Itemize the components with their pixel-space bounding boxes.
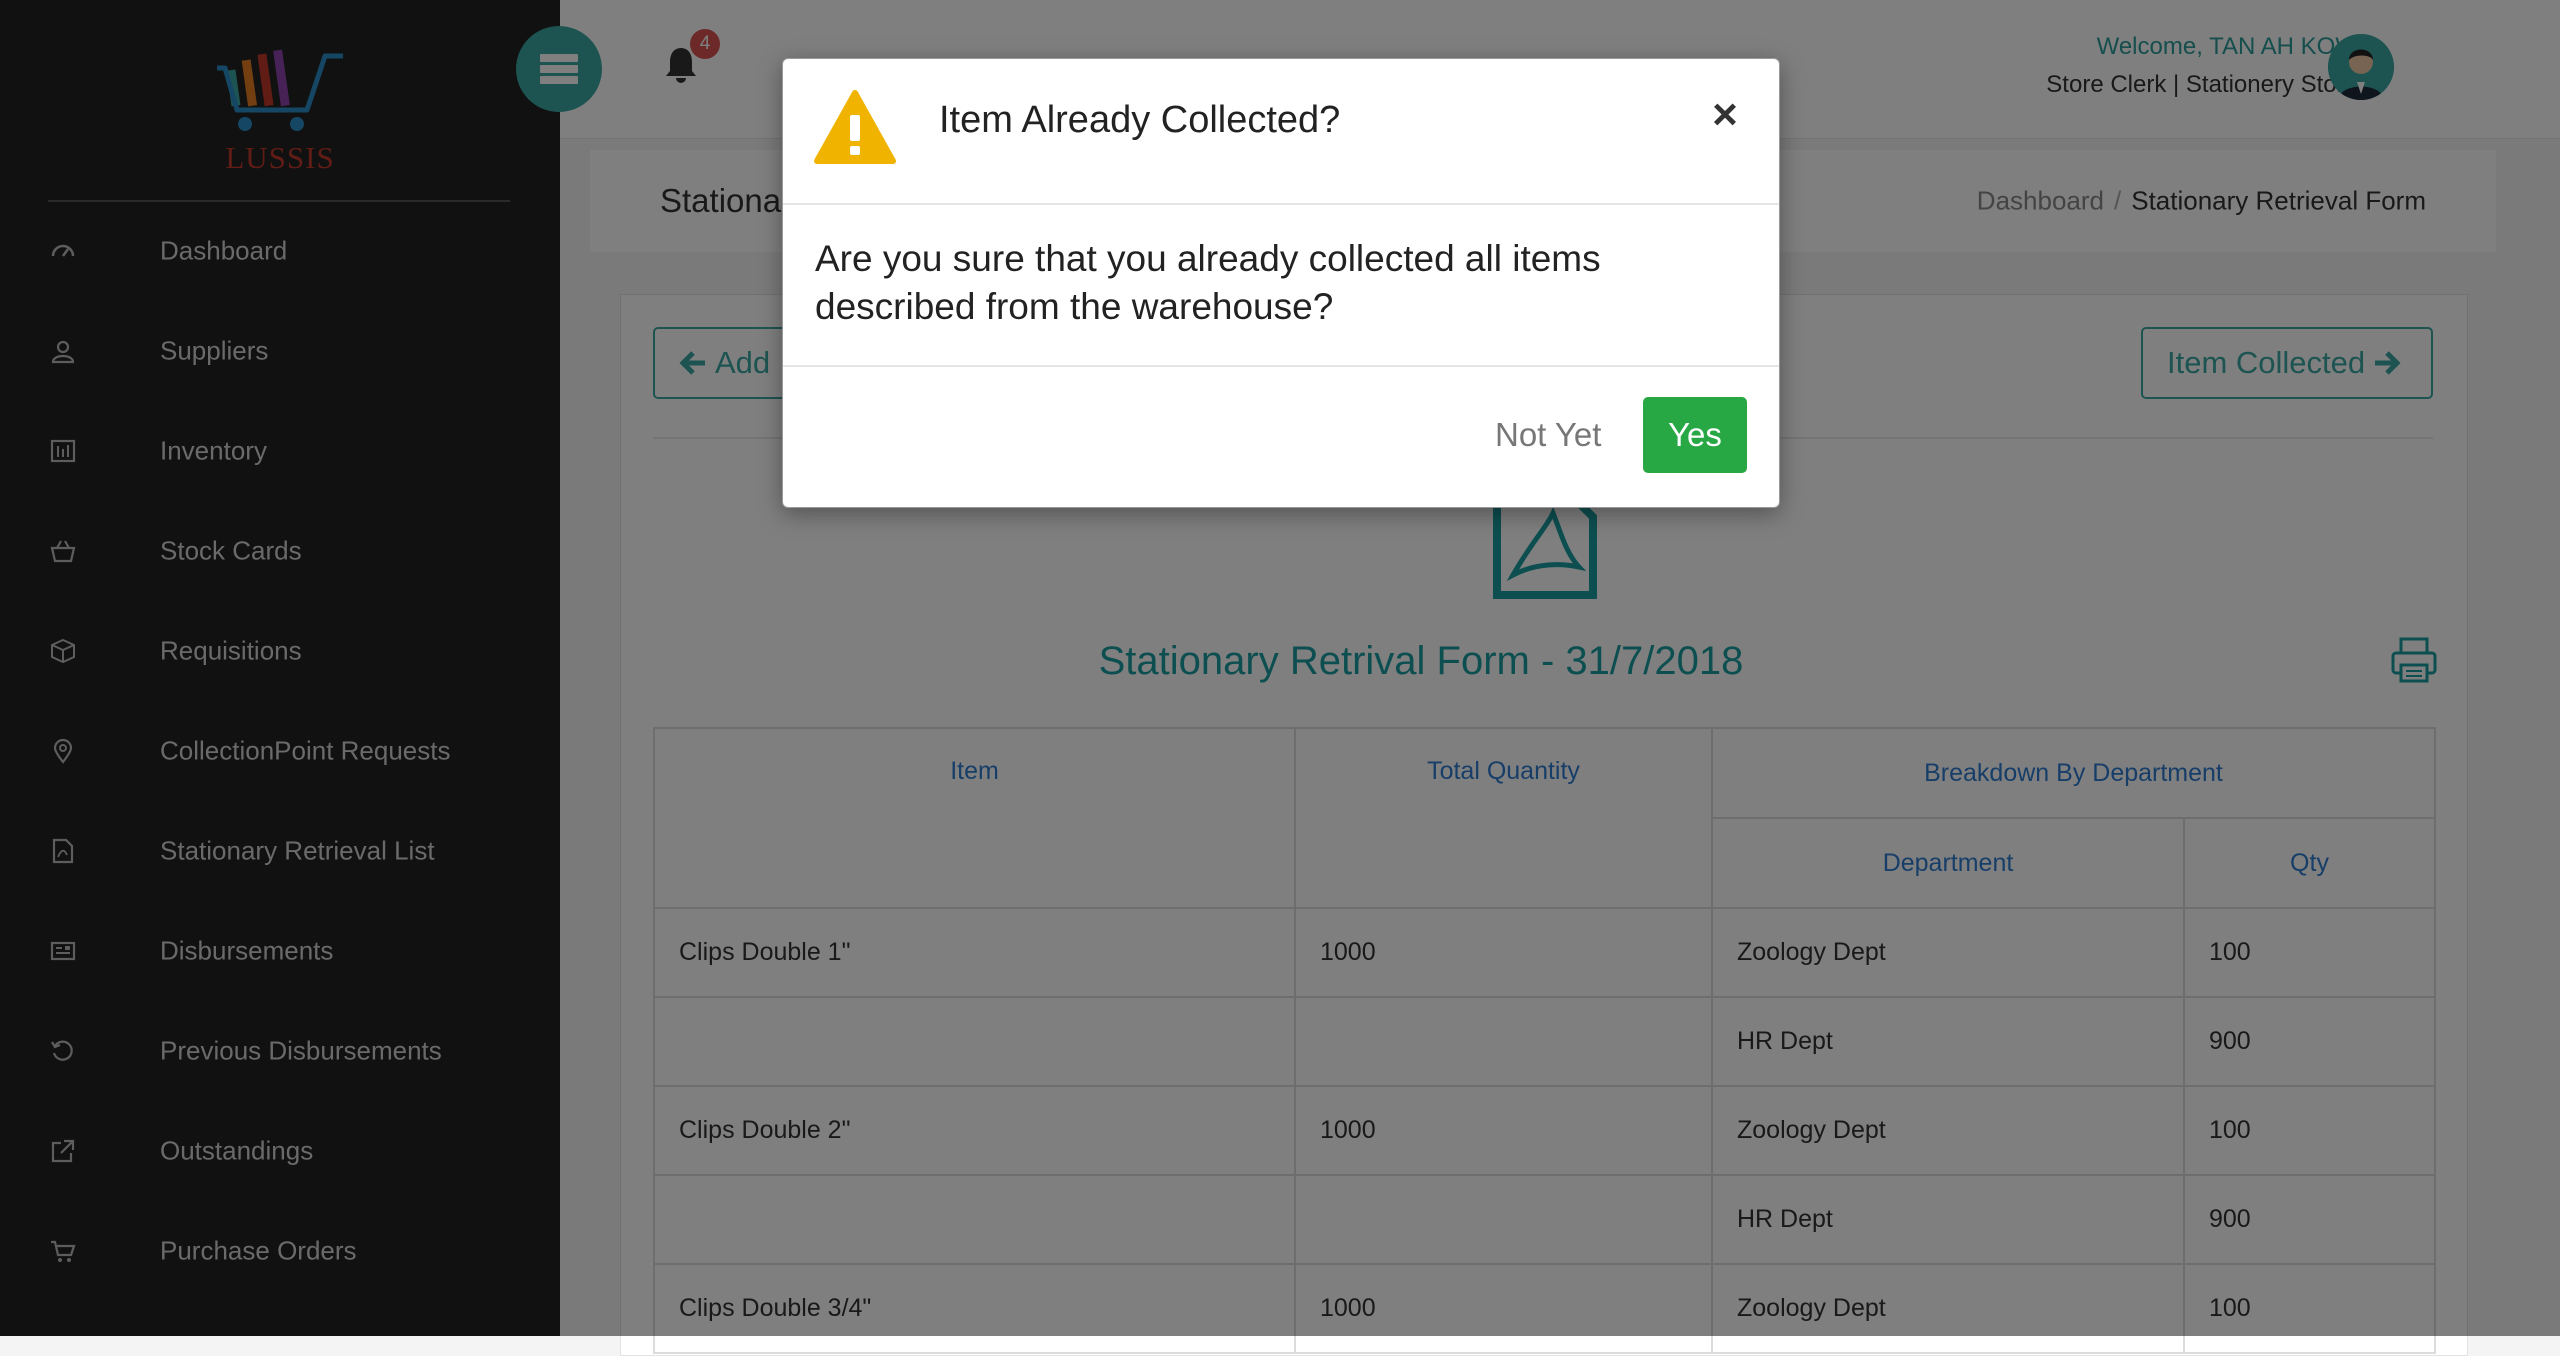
confirm-collected-dialog: Item Already Collected? × Are you sure t… bbox=[782, 58, 1780, 508]
modal-footer-divider bbox=[783, 365, 1779, 367]
modal-header: Item Already Collected? × bbox=[783, 59, 1779, 205]
modal-title: Item Already Collected? bbox=[939, 99, 1341, 141]
warning-icon bbox=[814, 90, 896, 164]
modal-message: Are you sure that you already collected … bbox=[815, 238, 1601, 327]
close-icon[interactable]: × bbox=[1703, 93, 1747, 137]
yes-button[interactable]: Yes bbox=[1643, 397, 1747, 473]
not-yet-button[interactable]: Not Yet bbox=[1483, 397, 1613, 473]
